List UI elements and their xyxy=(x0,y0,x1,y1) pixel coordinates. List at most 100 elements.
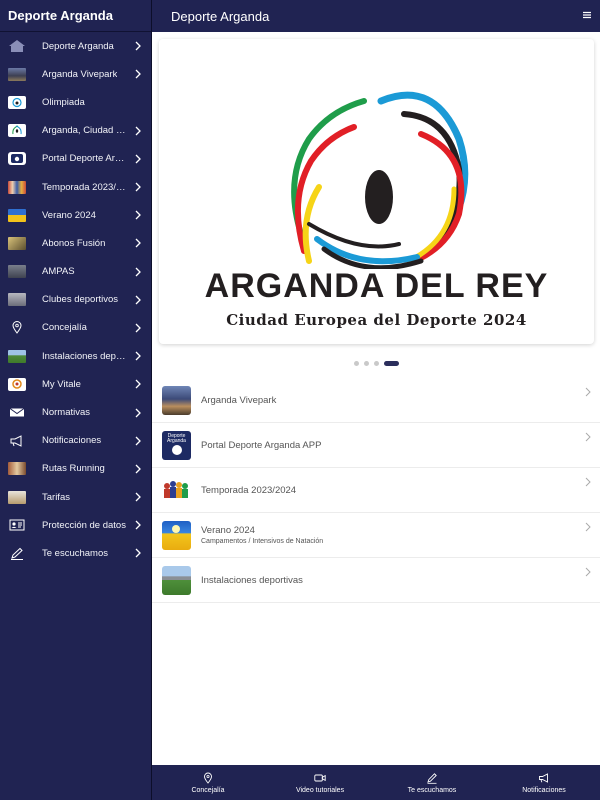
chevron-right-icon xyxy=(585,477,591,487)
hamburger-icon[interactable] xyxy=(582,10,592,20)
sidebar-item-ciudad-europea[interactable]: Arganda, Ciudad Europea del Deporte xyxy=(0,117,151,145)
verano-thumbnail xyxy=(8,208,26,222)
chevron-right-icon xyxy=(135,323,141,333)
sidebar-item-temporada[interactable]: Temporada 2023/2024 xyxy=(0,173,151,201)
sidebar-item-concejalia[interactable]: Concejalía xyxy=(0,314,151,342)
sidebar-item-vivepark[interactable]: Arganda Vivepark xyxy=(0,60,151,88)
temporada-thumbnail xyxy=(8,180,26,194)
tab-label: Notificaciones xyxy=(522,786,566,794)
sidebar-item-ampas[interactable]: AMPAS xyxy=(0,258,151,286)
carousel-dot[interactable] xyxy=(353,361,359,366)
chevron-right-icon xyxy=(135,408,141,417)
page-title: Deporte Arganda xyxy=(171,8,270,24)
banner-title: ARGANDA DEL REY xyxy=(204,267,549,305)
chevron-right-icon xyxy=(135,379,141,389)
chevron-right-icon xyxy=(135,182,141,192)
list-item-vivepark[interactable]: Arganda Vivepark xyxy=(152,378,600,423)
portal-thumbnail xyxy=(8,152,26,166)
chevron-right-icon xyxy=(135,436,141,446)
tab-te-escuchamos[interactable]: Te escuchamos xyxy=(376,765,488,800)
sidebar-item-label: Tarifas xyxy=(42,491,70,503)
portal-thumbnail: Deporte Arganda xyxy=(162,430,191,460)
sidebar-item-label: Deporte Arganda xyxy=(42,40,114,52)
tab-notificaciones[interactable]: Notificaciones xyxy=(488,765,600,800)
sidebar-item-portal[interactable]: Portal Deporte Arganda APP xyxy=(0,145,151,173)
temporada-thumbnail xyxy=(162,475,191,505)
sidebar-item-myvitale[interactable]: My Vitale xyxy=(0,370,151,398)
chevron-right-icon xyxy=(135,69,141,79)
sidebar-item-label: Arganda, Ciudad Europea del Deporte xyxy=(42,125,128,137)
pencil-icon xyxy=(427,772,437,784)
tab-concejalia[interactable]: Concejalía xyxy=(152,765,264,800)
tab-label: Concejalía xyxy=(191,786,225,794)
sidebar-item-label: Portal Deporte Arganda APP xyxy=(42,153,128,165)
chevron-right-icon xyxy=(585,567,591,577)
chevron-right-icon xyxy=(135,267,141,277)
list-item-subtitle: Campamentos / Intensivos de Natación xyxy=(201,538,324,545)
megaphone-icon xyxy=(8,434,26,447)
sidebar-item-label: Instalaciones deportivas xyxy=(42,350,128,362)
list-item-title: Portal Deporte Arganda APP xyxy=(201,439,322,451)
list-item-portal[interactable]: Deporte Arganda Portal Deporte Arganda A… xyxy=(152,423,600,468)
carousel-dot[interactable] xyxy=(363,361,369,366)
myvitale-thumbnail xyxy=(8,377,26,391)
sidebar-item-te-escuchamos[interactable]: Te escuchamos xyxy=(0,539,151,567)
carousel-dot-active[interactable] xyxy=(383,361,399,366)
sidebar-menu: Deporte Arganda Arganda Vivepark Olimpia… xyxy=(0,32,151,568)
instalaciones-thumbnail xyxy=(162,565,191,595)
chevron-right-icon xyxy=(585,522,591,532)
list-item-title: Temporada 2023/2024 xyxy=(201,484,297,496)
ball-icon xyxy=(171,445,182,455)
sidebar-item-notificaciones[interactable]: Notificaciones xyxy=(0,427,151,455)
sidebar-item-label: Olimpiada xyxy=(42,96,85,108)
banner-subtitle: Ciudad Europea del Deporte 2024 xyxy=(226,311,527,329)
list-item-title: Instalaciones deportivas xyxy=(201,574,303,586)
sidebar-item-verano[interactable]: Verano 2024 xyxy=(0,201,151,229)
sidebar-item-rutas[interactable]: Rutas Running xyxy=(0,455,151,483)
sidebar-item-tarifas[interactable]: Tarifas xyxy=(0,483,151,511)
carousel-dot[interactable] xyxy=(373,361,379,366)
sidebar-item-normativas[interactable]: Normativas xyxy=(0,398,151,426)
sidebar-item-proteccion[interactable]: Protección de datos xyxy=(0,511,151,539)
location-pin-icon xyxy=(8,321,26,335)
tarifas-thumbnail xyxy=(8,490,26,504)
portal-thumbnail-text: Deporte Arganda xyxy=(167,433,186,444)
location-pin-icon xyxy=(204,772,212,784)
chevron-right-icon xyxy=(135,41,141,51)
sidebar-item-abonos[interactable]: Abonos Fusión xyxy=(0,229,151,257)
chevron-right-icon xyxy=(135,464,141,474)
sidebar-item-clubes[interactable]: Clubes deportivos xyxy=(0,286,151,314)
list-item-verano[interactable]: Verano 2024 Campamentos / Intensivos de … xyxy=(152,513,600,558)
sidebar-item-label: Rutas Running xyxy=(42,463,105,475)
chevron-right-icon xyxy=(135,520,141,530)
vivepark-thumbnail xyxy=(8,67,26,81)
sidebar-item-deporte-arganda[interactable]: Deporte Arganda xyxy=(0,32,151,60)
tab-label: Video tutoriales xyxy=(295,786,345,794)
clubes-thumbnail xyxy=(8,293,26,307)
list-item-temporada[interactable]: Temporada 2023/2024 xyxy=(152,468,600,513)
running-thumbnail xyxy=(8,462,26,476)
tab-video-tutoriales[interactable]: Video tutoriales xyxy=(264,765,376,800)
sidebar-item-instalaciones[interactable]: Instalaciones deportivas xyxy=(0,342,151,370)
instalaciones-thumbnail xyxy=(8,349,26,363)
sidebar-item-label: My Vitale xyxy=(42,378,81,390)
video-camera-icon xyxy=(314,774,326,781)
chevron-right-icon xyxy=(135,351,141,361)
bottom-nav: Concejalía Video tutoriales Te escuchamo… xyxy=(152,765,600,800)
banner-carousel-slide[interactable]: ARGANDA DEL REY Ciudad Europea del Depor… xyxy=(159,39,594,344)
sidebar-item-label: Protección de datos xyxy=(42,519,126,531)
sidebar-item-label: Abonos Fusión xyxy=(42,237,106,249)
sidebar-item-label: Clubes deportivos xyxy=(42,294,119,306)
ciudad-europea-thumbnail xyxy=(8,124,26,138)
tab-label: Te escuchamos xyxy=(407,786,457,794)
sidebar-item-label: Concejalía xyxy=(42,322,87,334)
chevron-right-icon xyxy=(135,295,141,305)
sidebar-item-olimpiada[interactable]: Olimpiada xyxy=(0,88,151,116)
sidebar-item-label: Te escuchamos xyxy=(42,547,109,559)
abonos-thumbnail xyxy=(8,236,26,250)
sidebar: Deporte Arganda Deporte Arganda Arganda … xyxy=(0,0,152,800)
sidebar-item-label: Normativas xyxy=(42,407,91,419)
verano-thumbnail xyxy=(162,520,191,550)
chevron-right-icon xyxy=(135,492,141,502)
list-item-instalaciones[interactable]: Instalaciones deportivas xyxy=(152,558,600,603)
